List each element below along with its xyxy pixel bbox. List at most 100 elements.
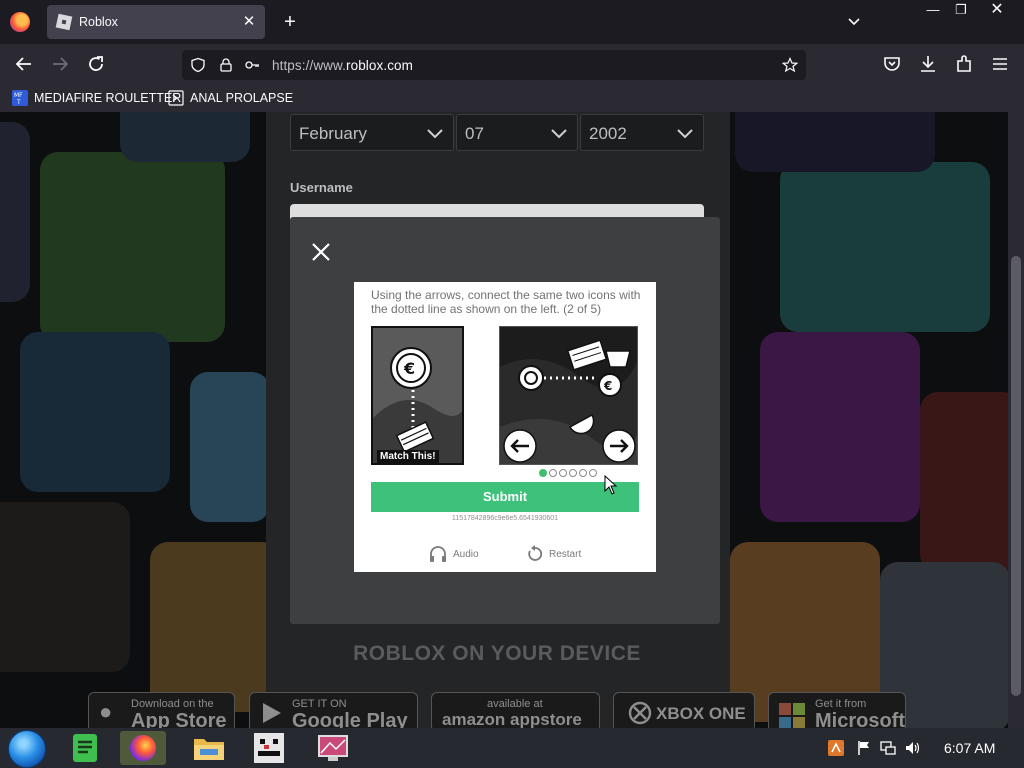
monitor-icon	[318, 735, 348, 761]
navigation-toolbar: https://www.roblox.com	[0, 44, 1024, 84]
firefox-menu-icon[interactable]	[10, 12, 30, 32]
url-text[interactable]: https://www.roblox.com	[272, 58, 413, 73]
url-host: roblox.com	[345, 58, 414, 73]
address-bar[interactable]: https://www.roblox.com	[182, 50, 806, 80]
svg-text:€: €	[403, 359, 415, 378]
volume-tray-icon[interactable]	[904, 740, 920, 756]
taskbar-clock[interactable]: 6:07 AM	[944, 740, 995, 756]
username-label: Username	[290, 180, 353, 195]
microsoft-store-badge[interactable]: Get it from Microsoft	[768, 692, 906, 728]
step-dot	[579, 469, 587, 477]
captcha-frame: Using the arrows, connect the same two i…	[354, 282, 656, 572]
mediafire-favicon-icon: MF T	[12, 90, 28, 106]
bookmark-mediafire[interactable]: MF T MEDIAFIRE ROULETTER	[12, 89, 181, 107]
tab-bar: Roblox ✕ + — ❐ ✕	[0, 0, 1024, 44]
taskbar-app-file-explorer[interactable]	[186, 731, 232, 765]
extensions-icon[interactable]	[952, 52, 976, 76]
svg-text:€: €	[603, 379, 612, 393]
birth-year-value: 2002	[589, 124, 627, 143]
birth-month-value: February	[299, 124, 368, 143]
xbox-one-badge[interactable]: XBOX ONE	[613, 692, 755, 728]
folder-icon	[194, 739, 224, 760]
roblox-favicon-icon	[55, 13, 73, 31]
page-viewport: February 07 2002 Username Using the arro…	[0, 112, 1008, 728]
step-dot-active	[539, 469, 547, 477]
scrollbar-thumb[interactable]	[1011, 256, 1021, 696]
svg-text:T: T	[16, 99, 21, 106]
birth-month-select[interactable]: February	[290, 114, 454, 151]
store-big-text: XBOX ONE	[656, 704, 746, 723]
chevron-down-icon	[427, 129, 443, 139]
chevron-down-icon	[551, 129, 567, 139]
start-button[interactable]	[8, 730, 46, 768]
downloads-icon[interactable]	[916, 52, 940, 76]
microsoft-logo-icon	[779, 703, 805, 728]
store-small-text: GET IT ON	[292, 698, 347, 710]
taskbar: 6:07 AM	[0, 728, 1024, 768]
forward-icon[interactable]	[48, 52, 72, 76]
store-big-text: Microsoft	[815, 710, 905, 728]
arrow-right-icon[interactable]	[602, 429, 636, 463]
headphones-icon	[430, 546, 446, 562]
firefox-icon	[130, 735, 156, 761]
lock-icon[interactable]	[218, 57, 234, 73]
svg-text:MF: MF	[14, 92, 23, 99]
flag-tray-icon[interactable]	[856, 740, 872, 756]
pocket-icon[interactable]	[880, 52, 904, 76]
app-store-badge[interactable]: ● Download on the App Store	[88, 692, 235, 728]
update-tray-icon[interactable]	[828, 740, 844, 756]
taskbar-app-spreadsheet[interactable]	[62, 731, 108, 765]
restart-icon	[528, 545, 543, 561]
step-dot	[569, 469, 577, 477]
new-tab-button[interactable]: +	[280, 10, 300, 34]
close-window-button[interactable]: ✕	[980, 0, 1014, 20]
session-id: 11517842896c9e6e5.6541930601	[451, 515, 559, 522]
back-icon[interactable]	[12, 52, 36, 76]
bookmark-label: ANAL PROLAPSE	[190, 91, 294, 105]
store-big-text: App Store	[131, 710, 227, 728]
sheets-icon	[73, 734, 97, 762]
submit-button[interactable]: Submit	[371, 482, 639, 512]
device-heading: ROBLOX ON YOUR DEVICE	[353, 642, 641, 665]
taskbar-app-game[interactable]	[246, 731, 292, 765]
generic-favicon-icon	[168, 90, 184, 106]
restart-button[interactable]: Restart	[526, 544, 581, 564]
page-scrollbar[interactable]	[1008, 112, 1024, 728]
reload-icon[interactable]	[84, 52, 108, 76]
bookmark-star-icon[interactable]	[782, 57, 798, 73]
birth-day-value: 07	[465, 124, 484, 143]
network-tray-icon[interactable]	[880, 740, 896, 756]
hamburger-menu-icon[interactable]	[988, 52, 1012, 76]
maximize-button[interactable]: ❐	[944, 0, 978, 20]
key-icon[interactable]	[244, 57, 260, 73]
mouse-cursor-icon	[604, 475, 618, 495]
birth-year-select[interactable]: 2002	[580, 114, 704, 151]
amazon-appstore-badge[interactable]: available at amazon appstore	[431, 692, 600, 728]
taskbar-app-firefox[interactable]	[120, 731, 166, 765]
bookmark-second[interactable]: ANAL PROLAPSE	[168, 89, 293, 107]
captcha-instruction: Using the arrows, connect the same two i…	[371, 288, 641, 316]
bookmarks-toolbar: MF T MEDIAFIRE ROULETTER ANAL PROLAPSE	[0, 84, 1024, 112]
close-icon[interactable]	[308, 239, 334, 265]
captcha-puzzle-image[interactable]: €	[499, 326, 638, 465]
xbox-icon	[628, 701, 652, 725]
tab-close-icon[interactable]: ✕	[239, 12, 259, 32]
url-protocol: https://www.	[272, 58, 346, 73]
pixel-art-icon	[254, 733, 284, 763]
birth-day-select[interactable]: 07	[456, 114, 578, 151]
arrow-left-icon[interactable]	[503, 429, 537, 463]
tab-roblox[interactable]: Roblox ✕	[47, 5, 265, 39]
bookmark-label: MEDIAFIRE ROULETTER	[34, 91, 182, 105]
match-this-label: Match This!	[377, 450, 439, 463]
play-icon	[263, 703, 281, 723]
step-dot	[559, 469, 567, 477]
taskbar-app-monitor[interactable]	[310, 731, 356, 765]
store-small-text: Download on the	[131, 698, 214, 710]
audio-button[interactable]: Audio	[428, 544, 479, 564]
step-indicator	[539, 469, 597, 479]
tab-title: Roblox	[79, 15, 118, 29]
audio-label: Audio	[453, 548, 479, 560]
list-all-tabs-icon[interactable]	[844, 12, 864, 32]
google-play-badge[interactable]: GET IT ON Google Play	[249, 692, 418, 728]
shield-icon[interactable]	[190, 57, 206, 73]
